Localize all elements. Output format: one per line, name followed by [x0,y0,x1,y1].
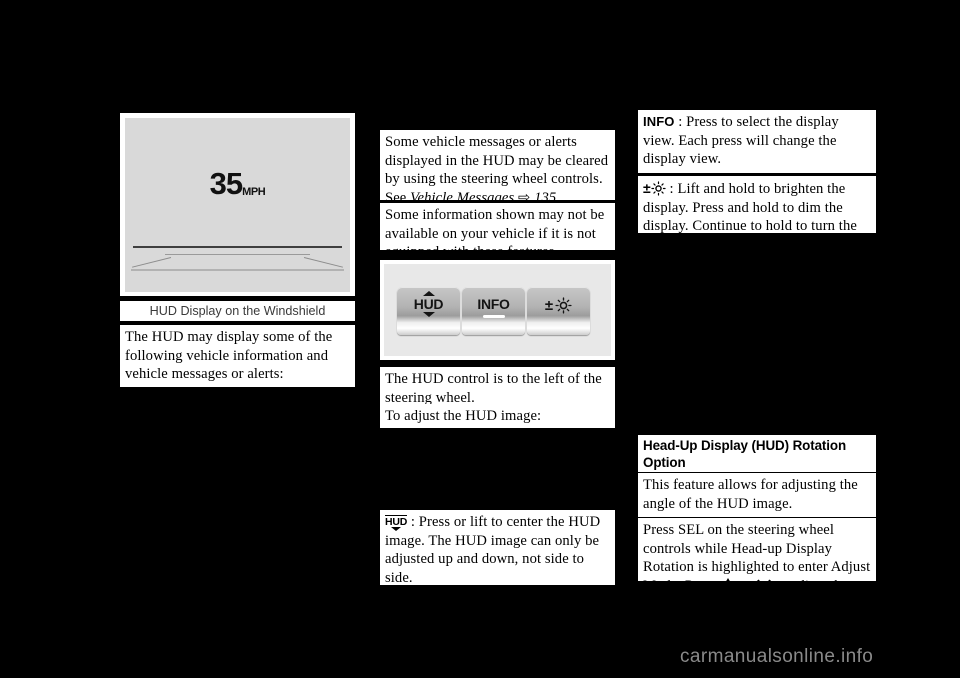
triangle-down-icon [422,312,435,317]
manual-page: 35MPH HUD Display on the Windshield The … [0,0,960,678]
road-edge-right [303,257,343,268]
middle-text-block-5: HUD : Press or lift to center the HUD im… [380,510,615,587]
road-horizon-line [133,246,342,248]
hud-windshield-image: 35MPH [125,118,350,292]
triangle-up-icon [422,291,435,296]
right-block4-or: or [736,577,756,594]
right-section-heading: Head-Up Display (HUD) Rotation Option [638,435,876,472]
plus-minus-label-right: ± [643,180,651,196]
left-text-block-1-text: The HUD may display some of the followin… [125,329,333,383]
hud-speed-readout: 35MPH [125,166,350,202]
left-text-block-1: The HUD may display some of the followin… [120,325,355,387]
info-button[interactable]: INFO [462,287,525,335]
hud-controls-figure: HUD INFO ± [380,260,615,360]
figure-caption: HUD Display on the Windshield [120,301,355,321]
middle-block5-text: HUD : Press or lift to center the HUD im… [385,513,610,587]
hud-button-strip: HUD INFO ± [397,287,590,335]
site-watermark: carmanualsonline.info [680,646,874,667]
hud-controls-photo: HUD INFO ± [384,264,611,356]
sun-icon [651,181,666,196]
right-block1-text: INFO : Press to select the display view.… [643,113,871,169]
right-text-block-1: INFO : Press to select the display view.… [638,110,876,173]
middle-text-block-3: The HUD control is to the left of the st… [380,367,615,409]
info-button-label: INFO [477,296,510,312]
right-block2-body: : Lift and hold to brighten the display.… [643,181,857,253]
chevron-down-icon [757,579,771,592]
info-label: INFO [643,114,675,129]
hud-icon: HUD [385,515,408,528]
right-block2-text: ± : Lift and hold to brighten the displa… [643,179,871,254]
chevron-up-icon [721,577,735,591]
hud-button-label-wrap: HUD [413,291,444,317]
middle-block2-text: Some information shown may not be availa… [385,207,605,261]
speed-value: 35 [209,166,243,201]
right-block4-part2: to adjust the [771,577,849,594]
road-edge-left [132,257,172,268]
right-text-block-4: Press SEL on the steering wheel controls… [638,518,876,594]
middle-block1-line1: Some vehicle messages or alerts [385,134,577,150]
plus-minus-label: ± [544,297,554,314]
right-block4-text: Press SEL on the steering wheel controls… [643,521,871,595]
middle-block1-line2: displayed in the HUD may be cleared [385,152,609,169]
right-section-heading-text: Head-Up Display (HUD) Rotation Option [643,438,847,470]
hud-button-label: HUD [413,296,444,312]
middle-text-block-2: Some information shown may not be availa… [380,203,615,260]
road-center-line [165,254,310,256]
middle-block5-body: : Press or lift to center the HUD image.… [385,514,601,586]
right-block3-text: This feature allows for adjusting the an… [643,477,858,512]
hud-display-figure: 35MPH [120,113,355,296]
info-button-label-wrap: INFO [477,296,510,318]
brightness-button-label-wrap: ± [545,297,572,314]
middle-block4-text: To adjust the HUD image: [385,408,542,424]
middle-block3-text: The HUD control is to the left of the st… [385,371,602,406]
brightness-button[interactable]: ± [527,287,590,335]
middle-text-block-4: To adjust the HUD image: [380,404,615,428]
road-foreground-line [131,269,344,271]
right-text-block-3: This feature allows for adjusting the an… [638,473,876,517]
sun-icon [555,297,572,314]
speed-unit: MPH [242,186,266,198]
middle-text-block-1: Some vehicle messages or alerts displaye… [380,130,615,206]
middle-block1-line3: by using the steering wheel controls. [385,171,603,188]
info-button-underline [482,315,505,318]
right-text-block-2: ± : Lift and hold to brighten the displa… [638,176,876,253]
hud-button[interactable]: HUD [397,287,460,335]
